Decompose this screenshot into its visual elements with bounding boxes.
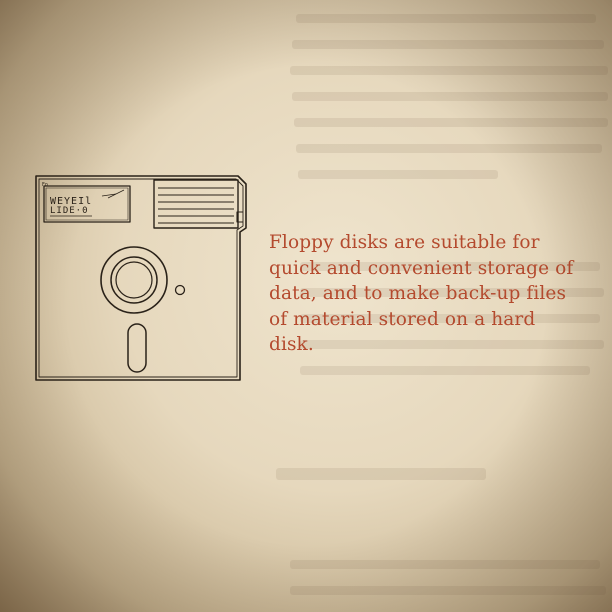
svg-text:Fo: Fo	[42, 182, 48, 188]
caption-line: disk.	[269, 334, 314, 355]
index-label	[153, 179, 239, 229]
index-hole	[174, 284, 186, 296]
disk-label-handwriting-line1: WEYEIl	[50, 196, 93, 207]
disk-label-handwriting-line2: LIDE·0	[50, 206, 89, 216]
caption-line: quick and convenient storage of	[269, 257, 574, 279]
hub-inner-ring	[115, 261, 153, 299]
caption-line: of material stored on a hard	[269, 308, 536, 330]
figure-caption: Floppy disks are suitable for quick and …	[269, 230, 609, 358]
head-access-slot	[127, 323, 147, 373]
caption-line: data, and to make back-up files	[269, 283, 567, 304]
caption-line: Floppy disks are suitable for	[269, 232, 540, 253]
hub-middle-ring	[110, 256, 158, 304]
book-page: Fo WEYEIl LIDE·0 Floppy disks are suitab…	[0, 0, 612, 612]
